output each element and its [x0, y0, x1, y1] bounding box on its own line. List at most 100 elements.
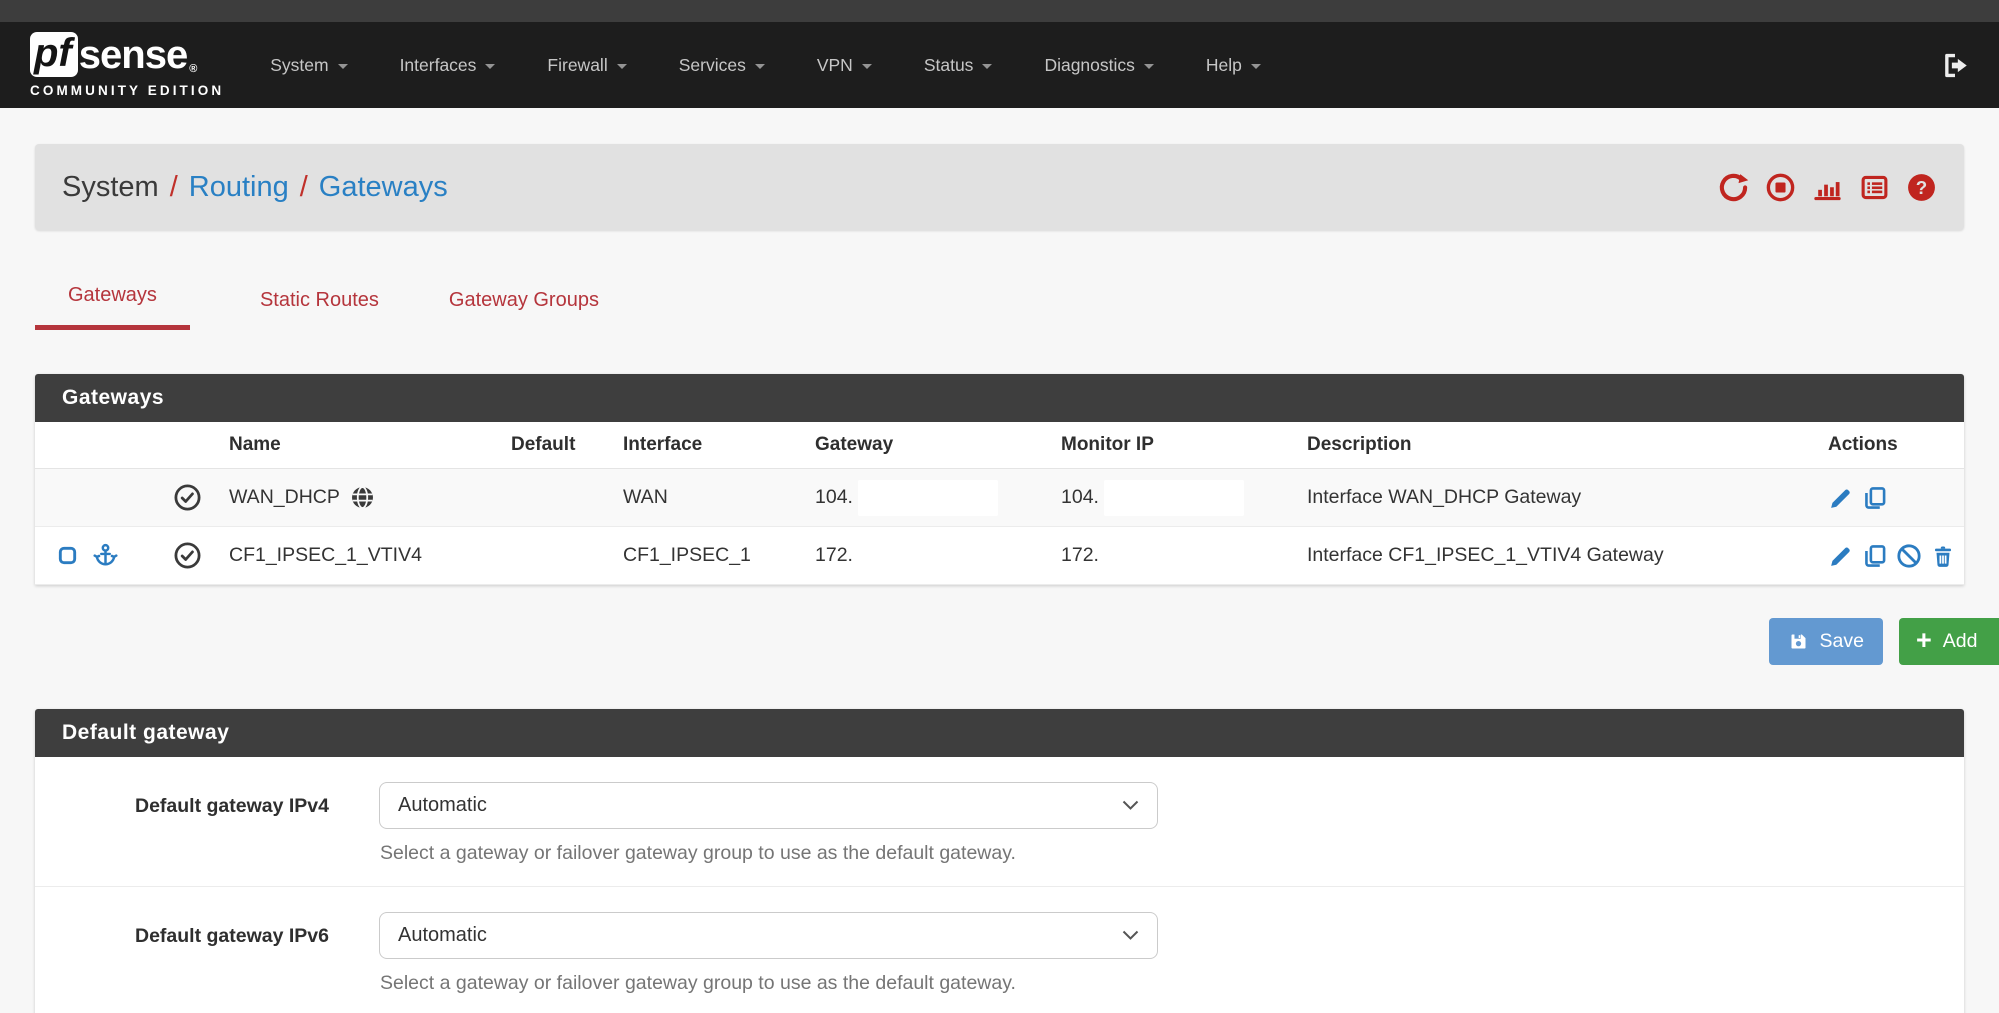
stop-circle-icon[interactable]: [1765, 172, 1796, 203]
column-header-gateway: Gateway: [807, 422, 1053, 469]
chevron-down-icon: [1144, 64, 1154, 69]
chevron-down-icon: [1251, 64, 1261, 69]
default-gateway-ipv6-label: Default gateway IPv6: [98, 912, 329, 1013]
row-enabled-cell: [163, 469, 221, 527]
save-button[interactable]: Save: [1769, 618, 1883, 665]
row-interface-cell: WAN: [615, 469, 807, 527]
tab-gateways[interactable]: Gateways: [35, 284, 190, 330]
help-icon[interactable]: ?: [1906, 172, 1937, 203]
redaction-box: [858, 480, 998, 516]
default-gateway-ipv4-help: Select a gateway or failover gateway gro…: [380, 842, 1158, 886]
table-row: CF1_IPSEC_1_VTIV4 CF1_IPSEC_1 172. 172. …: [35, 527, 1964, 585]
chevron-down-icon: [617, 64, 627, 69]
column-header-monitor-ip: Monitor IP: [1053, 422, 1299, 469]
row-default-cell: [503, 469, 615, 527]
selected-option-label: Automatic: [398, 794, 487, 817]
nav-item-label: Help: [1206, 55, 1242, 76]
tab-static-routes[interactable]: Static Routes: [260, 289, 379, 330]
breadcrumb-separator: /: [300, 171, 308, 204]
column-header-actions: Actions: [1820, 422, 1964, 469]
row-actions-cell: [1820, 527, 1964, 585]
nav-item-label: Services: [679, 55, 746, 76]
nav-item-vpn[interactable]: VPN: [791, 22, 898, 108]
column-header-enabled: [163, 422, 221, 469]
square-icon: [56, 544, 79, 567]
monitor-ip-prefix: 172.: [1061, 544, 1099, 566]
gateways-table: Name Default Interface Gateway Monitor I…: [35, 422, 1964, 585]
edit-pencil-icon[interactable]: [1828, 485, 1854, 511]
gateway-name: WAN_DHCP: [229, 486, 340, 509]
default-gateway-ipv4-select[interactable]: Automatic: [379, 782, 1158, 829]
tab-gateway-groups[interactable]: Gateway Groups: [449, 289, 599, 330]
chevron-down-icon: [755, 64, 765, 69]
form-row-default-gateway-ipv6: Default gateway IPv6 Automatic Select a …: [35, 887, 1964, 1013]
disable-ban-icon[interactable]: [1896, 543, 1922, 569]
gateways-panel-title: Gateways: [35, 374, 1964, 422]
sign-out-icon[interactable]: [1940, 50, 1971, 81]
nav-item-status[interactable]: Status: [898, 22, 1019, 108]
gateways-panel-body: Name Default Interface Gateway Monitor I…: [35, 422, 1964, 585]
row-description-cell: Interface WAN_DHCP Gateway: [1299, 469, 1820, 527]
default-gateway-panel: Default gateway Default gateway IPv4 Aut…: [35, 709, 1964, 1013]
nav-item-system[interactable]: System: [244, 22, 373, 108]
breadcrumb-link-gateways[interactable]: Gateways: [319, 171, 448, 204]
nav-item-interfaces[interactable]: Interfaces: [374, 22, 522, 108]
chevron-down-icon: [485, 64, 495, 69]
table-buttons-row: Save + Add: [0, 618, 1999, 665]
gateways-panel: Gateways Name Default Interface Gateway …: [35, 374, 1964, 585]
breadcrumb-section: System: [62, 171, 159, 204]
column-header-interface: Interface: [615, 422, 807, 469]
row-name-cell: WAN_DHCP: [221, 469, 503, 527]
pfsense-logo[interactable]: pfsense® COMMUNITY EDITION: [30, 32, 224, 98]
redaction-box: [1104, 480, 1244, 516]
nav-item-diagnostics[interactable]: Diagnostics: [1018, 22, 1179, 108]
default-gateway-ipv6-help: Select a gateway or failover gateway gro…: [380, 972, 1158, 1013]
gateway-name: CF1_IPSEC_1_VTIV4: [229, 544, 422, 567]
window-top-strip: [0, 0, 1999, 22]
nav-item-help[interactable]: Help: [1180, 22, 1287, 108]
nav-item-label: System: [270, 55, 328, 76]
chevron-down-icon: [1122, 930, 1139, 941]
refresh-icon[interactable]: [1718, 172, 1749, 203]
column-header-name: Name: [221, 422, 503, 469]
nav-item-label: Firewall: [547, 55, 607, 76]
log-list-icon[interactable]: [1859, 172, 1890, 203]
copy-icon[interactable]: [1862, 543, 1888, 569]
row-description-cell: Interface CF1_IPSEC_1_VTIV4 Gateway: [1299, 527, 1820, 585]
breadcrumb-link-routing[interactable]: Routing: [189, 171, 289, 204]
add-button[interactable]: + Add: [1899, 618, 1999, 665]
copy-icon[interactable]: [1862, 485, 1888, 511]
edit-pencil-icon[interactable]: [1828, 543, 1854, 569]
default-gateway-ipv4-label: Default gateway IPv4: [98, 782, 329, 886]
row-name-cell: CF1_IPSEC_1_VTIV4: [221, 527, 503, 585]
plus-icon: +: [1916, 627, 1932, 654]
anchor-icon: [92, 542, 119, 569]
delete-trash-icon[interactable]: [1930, 543, 1956, 569]
save-button-label: Save: [1820, 630, 1864, 653]
nav-item-services[interactable]: Services: [653, 22, 791, 108]
breadcrumb-bar: System / Routing / Gateways: [35, 144, 1964, 230]
row-actions-cell: [1820, 469, 1964, 527]
column-header-description: Description: [1299, 422, 1820, 469]
svg-text:?: ?: [1916, 176, 1927, 197]
table-row: WAN_DHCP WAN 104.: [35, 469, 1964, 527]
bar-chart-icon[interactable]: [1812, 172, 1843, 203]
main-navbar: pfsense® COMMUNITY EDITION System Interf…: [0, 22, 1999, 108]
chevron-down-icon: [862, 64, 872, 69]
breadcrumb: System / Routing / Gateways: [62, 171, 448, 204]
chevron-down-icon: [1122, 800, 1139, 811]
row-monitor-ip-cell: 172.: [1053, 527, 1299, 585]
column-header-default: Default: [503, 422, 615, 469]
breadcrumb-separator: /: [170, 171, 178, 204]
nav-item-label: Diagnostics: [1044, 55, 1134, 76]
row-status-icons-cell: [35, 527, 163, 585]
nav-item-firewall[interactable]: Firewall: [521, 22, 652, 108]
row-monitor-ip-cell: 104.: [1053, 469, 1299, 527]
community-edition-label: COMMUNITY EDITION: [30, 84, 224, 98]
default-gateway-ipv6-select[interactable]: Automatic: [379, 912, 1158, 959]
nav-item-label: VPN: [817, 55, 853, 76]
routing-tabs: Gateways Static Routes Gateway Groups: [35, 230, 1964, 330]
form-row-default-gateway-ipv4: Default gateway IPv4 Automatic Select a …: [35, 757, 1964, 887]
row-status-icons-cell: [35, 469, 163, 527]
add-button-label: Add: [1943, 630, 1978, 653]
